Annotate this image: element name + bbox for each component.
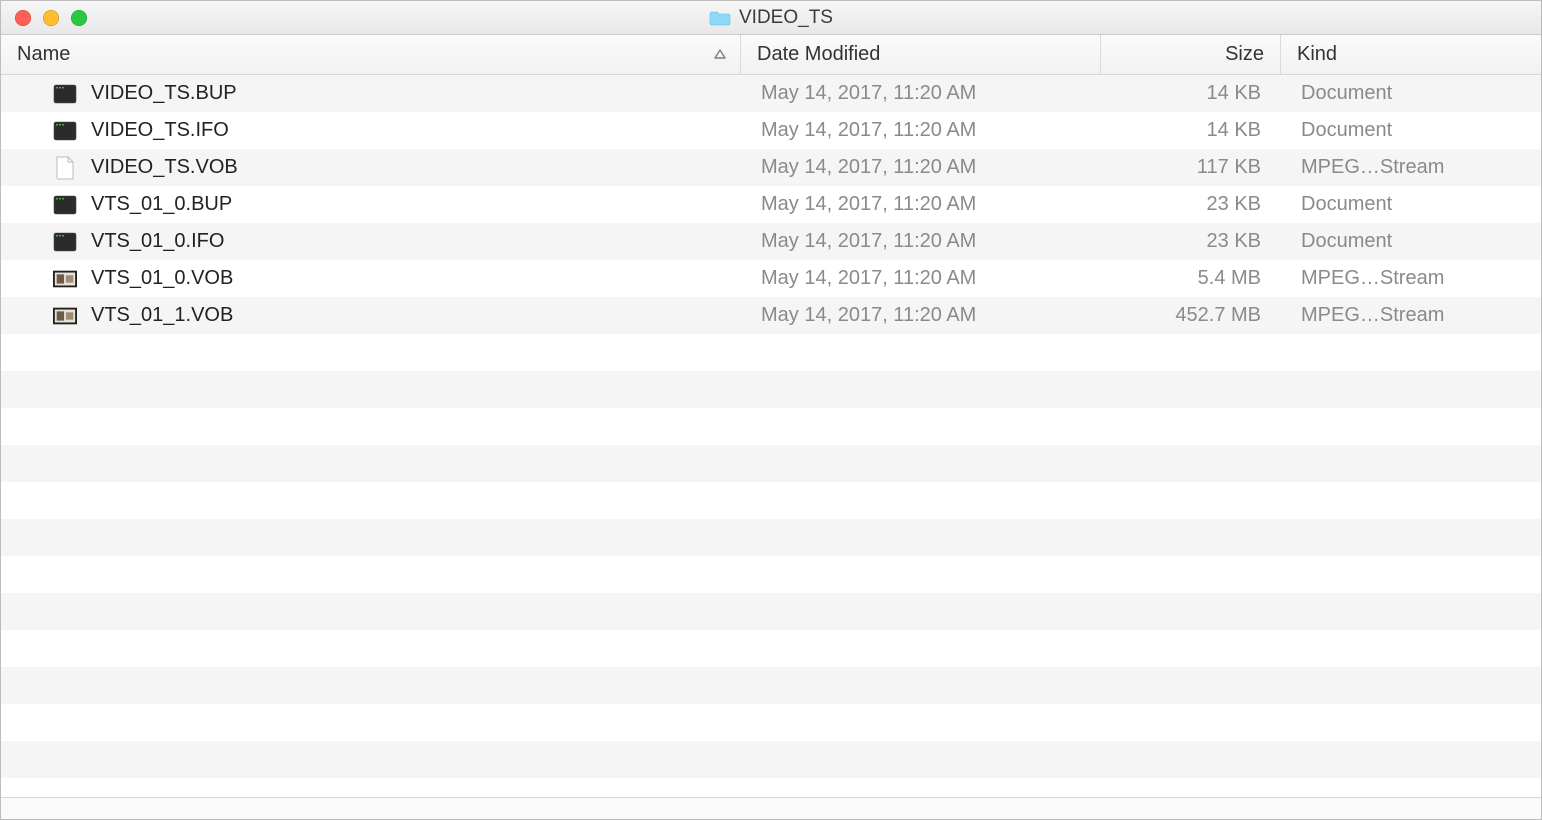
empty-row <box>1 334 1541 371</box>
file-name: VTS_01_1.VOB <box>91 304 233 327</box>
column-header-row: Name Date Modified Size Kind <box>1 35 1541 75</box>
file-date: May 14, 2017, 11:20 AM <box>741 304 1101 327</box>
empty-row <box>1 630 1541 667</box>
file-size: 23 KB <box>1101 230 1281 253</box>
empty-row <box>1 704 1541 741</box>
status-bar <box>1 797 1541 819</box>
file-name: VTS_01_0.VOB <box>91 267 233 290</box>
file-kind: MPEG…Stream <box>1281 156 1541 179</box>
window-title: VIDEO_TS <box>1 7 1541 29</box>
file-row[interactable]: VTS_01_0.BUP May 14, 2017, 11:20 AM23 KBD… <box>1 186 1541 223</box>
file-date: May 14, 2017, 11:20 AM <box>741 156 1101 179</box>
file-row[interactable]: VIDEO_TS.VOB May 14, 2017, 11:20 AM117 KB… <box>1 149 1541 186</box>
file-size: 14 KB <box>1101 82 1281 105</box>
file-date: May 14, 2017, 11:20 AM <box>741 193 1101 216</box>
file-kind: MPEG…Stream <box>1281 267 1541 290</box>
file-name: VIDEO_TS.BUP <box>91 82 237 105</box>
column-header-name[interactable]: Name <box>1 35 741 74</box>
column-header-size-label: Size <box>1225 43 1264 66</box>
empty-row <box>1 593 1541 630</box>
file-kind: Document <box>1281 119 1541 142</box>
sort-ascending-icon <box>714 46 726 64</box>
file-date: May 14, 2017, 11:20 AM <box>741 267 1101 290</box>
file-icon <box>53 193 77 217</box>
empty-row <box>1 482 1541 519</box>
file-icon <box>53 230 77 254</box>
window-title-text: VIDEO_TS <box>739 7 833 29</box>
file-size: 14 KB <box>1101 119 1281 142</box>
folder-icon <box>709 10 731 26</box>
empty-row <box>1 445 1541 482</box>
file-icon <box>53 267 77 291</box>
column-header-kind-label: Kind <box>1297 43 1337 66</box>
file-name: VIDEO_TS.IFO <box>91 119 229 142</box>
file-date: May 14, 2017, 11:20 AM <box>741 119 1101 142</box>
file-kind: Document <box>1281 230 1541 253</box>
file-date: May 14, 2017, 11:20 AM <box>741 82 1101 105</box>
file-date: May 14, 2017, 11:20 AM <box>741 230 1101 253</box>
file-name: VTS_01_0.BUP <box>91 193 232 216</box>
empty-row <box>1 408 1541 445</box>
empty-row <box>1 556 1541 593</box>
finder-window: VIDEO_TS Name Date Modified Size Kind VI… <box>0 0 1542 820</box>
empty-row <box>1 667 1541 704</box>
column-header-kind[interactable]: Kind <box>1281 35 1541 74</box>
file-icon <box>53 156 77 180</box>
empty-row <box>1 741 1541 778</box>
file-kind: Document <box>1281 82 1541 105</box>
file-icon <box>53 119 77 143</box>
file-row[interactable]: VTS_01_0.IFO May 14, 2017, 11:20 AM23 KBD… <box>1 223 1541 260</box>
file-size: 23 KB <box>1101 193 1281 216</box>
file-row[interactable]: VIDEO_TS.BUP May 14, 2017, 11:20 AM14 KBD… <box>1 75 1541 112</box>
column-header-size[interactable]: Size <box>1101 35 1281 74</box>
titlebar[interactable]: VIDEO_TS <box>1 1 1541 35</box>
file-name: VTS_01_0.IFO <box>91 230 224 253</box>
file-size: 5.4 MB <box>1101 267 1281 290</box>
empty-row <box>1 371 1541 408</box>
traffic-lights <box>1 10 87 26</box>
empty-row <box>1 519 1541 556</box>
zoom-window-button[interactable] <box>71 10 87 26</box>
file-row[interactable]: VIDEO_TS.IFO May 14, 2017, 11:20 AM14 KBD… <box>1 112 1541 149</box>
file-size: 452.7 MB <box>1101 304 1281 327</box>
file-list[interactable]: VIDEO_TS.BUPMay 14, 2017, 11:20 AM14 KBD… <box>1 75 1541 797</box>
column-header-name-label: Name <box>17 43 70 66</box>
file-kind: MPEG…Stream <box>1281 304 1541 327</box>
minimize-window-button[interactable] <box>43 10 59 26</box>
column-header-date[interactable]: Date Modified <box>741 35 1101 74</box>
file-kind: Document <box>1281 193 1541 216</box>
column-header-date-label: Date Modified <box>757 43 880 66</box>
close-window-button[interactable] <box>15 10 31 26</box>
file-row[interactable]: VTS_01_1.VOB May 14, 2017, 11:20 AM452.7 … <box>1 297 1541 334</box>
file-row[interactable]: VTS_01_0.VOB May 14, 2017, 11:20 AM5.4 MB… <box>1 260 1541 297</box>
file-icon <box>53 82 77 106</box>
file-icon <box>53 304 77 328</box>
file-size: 117 KB <box>1101 156 1281 179</box>
file-name: VIDEO_TS.VOB <box>91 156 238 179</box>
